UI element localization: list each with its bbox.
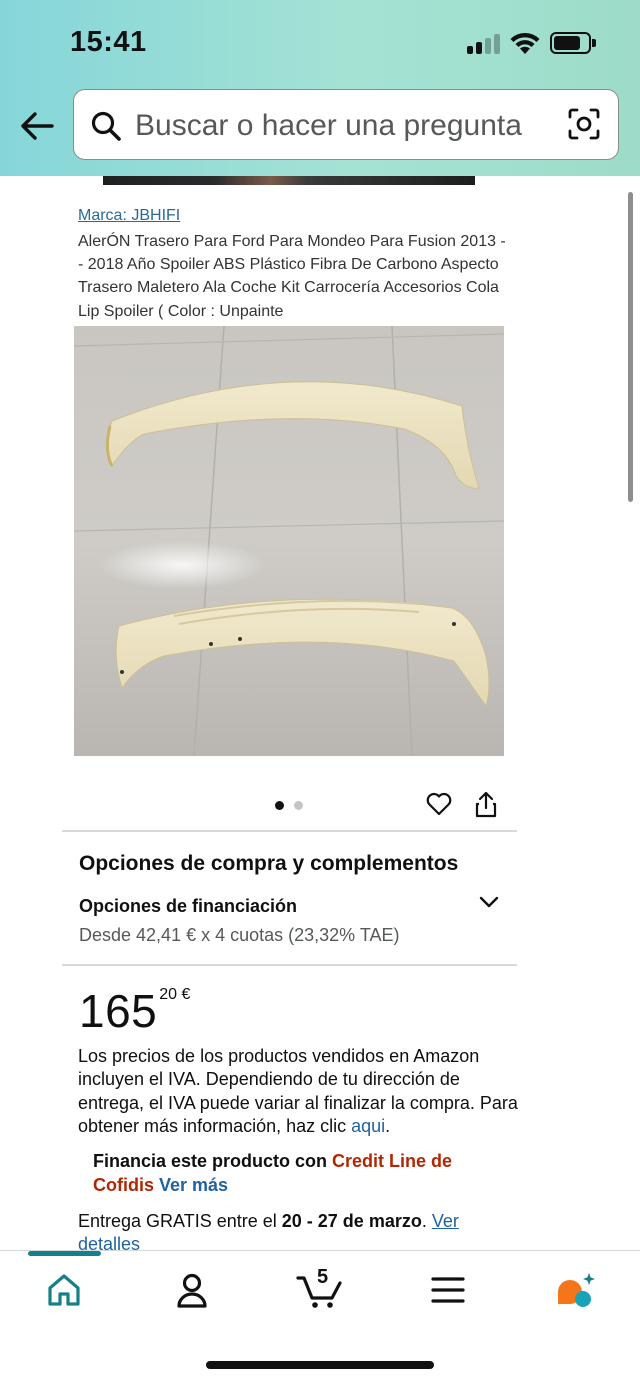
heart-icon[interactable] [426,792,452,816]
status-time: 15:41 [70,26,147,58]
home-indicator [206,1361,434,1369]
delivery-dates: 20 - 27 de marzo [281,1211,422,1231]
divider [62,830,517,832]
camera-search-icon[interactable] [567,107,601,141]
image-pager[interactable] [275,801,305,811]
see-more-link[interactable]: Ver más [159,1175,228,1195]
previous-image-strip [103,176,475,185]
vat-text: Los precios de los productos vendidos en… [78,1046,518,1137]
search-icon [91,111,121,141]
brand-link[interactable]: Marca: JBHIFI [78,207,180,225]
search-input[interactable]: Buscar o hacer una pregunta [135,109,522,143]
divider [62,964,517,966]
scrollbar[interactable] [628,192,633,502]
chevron-down-icon[interactable] [479,895,499,909]
share-icon[interactable] [474,790,498,818]
wifi-icon [510,32,540,54]
cart-count-badge: 5 [317,1266,329,1288]
financing-options-detail: Desde 42,41 € x 4 cuotas (23,32% TAE) [79,925,400,945]
price-whole: 165 [79,985,158,1037]
financing-promo: Financia este producto con Credit Line d… [93,1149,493,1197]
price: 165 20 € [79,984,190,1038]
account-icon[interactable] [172,1270,212,1310]
menu-icon[interactable] [428,1270,468,1310]
product-title: AlerÓN Trasero Para Ford Para Mondeo Par… [78,233,506,320]
header: 15:41 Buscar o hacer una pregunta [0,0,640,176]
back-arrow-icon[interactable] [18,108,56,144]
home-icon[interactable] [44,1270,84,1310]
battery-icon [550,32,596,54]
financing-promo-lead: Financia este producto con [93,1151,333,1171]
active-tab-indicator [28,1251,101,1256]
financing-options-title[interactable]: Opciones de financiación [79,896,297,917]
product-image[interactable] [74,326,504,756]
cellular-signal-icon [467,34,501,54]
rufus-assistant-icon[interactable] [554,1270,598,1310]
purchase-options-heading: Opciones de compra y complementos [79,852,459,875]
price-fraction: 20 € [159,986,191,1003]
vat-info-link[interactable]: aqui [351,1116,385,1136]
vat-notice: Los precios de los productos vendidos en… [78,1046,518,1137]
search-bar[interactable]: Buscar o hacer una pregunta [73,89,619,160]
